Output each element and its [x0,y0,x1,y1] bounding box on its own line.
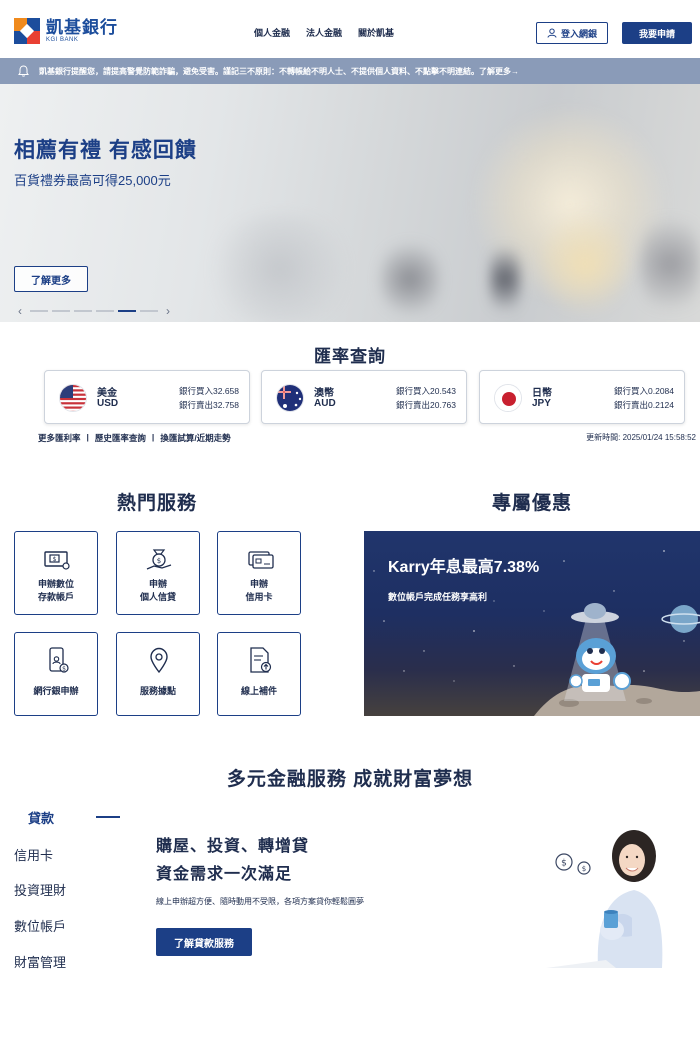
bell-icon [18,65,29,77]
wealth-section-title: 多元金融服務 成就財富夢想 [226,769,474,790]
carousel-next-icon[interactable]: › [162,304,174,318]
bank-sell-rate: 銀行賣出0.2124 [614,400,674,410]
hero-subtitle: 百貨禮券最高可得25,000元 [14,173,171,188]
fraud-notice-bar: 凱基銀行提醒您，請提高警覺防範詐騙，避免受害。謹記三不原則：不轉帳給不明人士、不… [0,58,700,84]
rate-update-time: 更新時間: 2025/01/24 15:58:52 [586,433,696,442]
service-label: 申辦 [249,579,268,589]
tab-investment[interactable]: 投資理財 [14,880,66,899]
link-separator: | [86,432,89,442]
tab-credit-card[interactable]: 信用卡 [14,845,53,864]
apply-button[interactable]: 我要申請 [622,22,692,44]
tab-digital-account[interactable]: 數位帳戶 [14,916,66,935]
login-label: 登入網銀 [560,28,597,39]
service-credit-card[interactable]: 申辦 信用卡 [217,531,301,615]
service-branch-locations[interactable]: 服務據點 [116,632,200,716]
logo-sub: KGI BANK [46,37,79,43]
loan-description: 線上申辦超方便、隨時動用不受限，各項方案貸你輕鬆圓夢 [156,897,364,906]
hot-services-title: 熱門服務 [116,493,197,514]
jp-flag-icon [494,384,522,412]
user-icon [547,28,557,38]
rate-card-usd[interactable]: 美金 USD 銀行買入32.658 銀行賣出32.758 [44,370,250,424]
bank-sell-rate: 銀行賣出32.758 [179,400,239,410]
notice-learn-more-link[interactable]: 了解更多→ [479,67,519,76]
hero-learn-more-button[interactable]: 了解更多 [14,266,88,292]
bank-buy-rate: 銀行買入20.543 [396,386,456,396]
carousel-dot[interactable] [74,310,92,312]
currency-name: 美金 [97,388,117,399]
notice-text: 凱基銀行提醒您，請提高警覺防範詐騙，避免受害。謹記三不原則：不轉帳給不明人士、不… [39,66,479,76]
service-label: 網行銀申辦 [33,686,79,696]
au-flag-icon [276,384,304,412]
promo-banner-subtitle: 數位帳戶完成任務享高利 [388,592,488,602]
carousel-dot[interactable] [52,310,70,312]
svg-text:$: $ [582,865,586,873]
carousel-dot-active[interactable] [118,310,136,312]
more-rates-link[interactable]: 更多匯利率 [38,432,81,444]
service-digital-deposit-account[interactable]: $ 申辦數位 存款帳戶 [14,531,98,615]
credit-card-icon [248,551,274,569]
link-separator: | [151,432,155,442]
nav-about-kgi[interactable]: 關於凱基 [358,26,394,39]
service-label: 服務據點 [139,686,176,696]
rate-card-jpy[interactable]: 日幣 JPY 銀行買入0.2084 銀行賣出0.2124 [479,370,685,424]
service-label: 線上補件 [240,686,277,696]
site-header: 凱基銀行 KGI BANK 個人金融 法人金融 關於凱基 登入網銀 我要申請 [0,0,700,58]
historical-rates-link[interactable]: 歷史匯率查詢 [95,432,146,444]
rate-links: 更多匯利率 | 歷史匯率查詢 | 換匯試算/近期走勢 [38,432,231,444]
tab-loans[interactable]: 貸款 [28,808,54,827]
carousel-pagination: ‹ › [14,304,174,318]
promo-banner-title: Karry年息最高7.38% [388,559,540,576]
logo-name: 凱基銀行 [46,18,118,37]
hero-title: 相薦有禮 有感回饋 [14,139,197,162]
bank-buy-rate: 銀行買入0.2084 [614,386,674,396]
currency-code: USD [97,398,119,409]
learn-loan-services-button[interactable]: 了解貸款服務 [156,928,252,956]
currency-code: JPY [532,398,551,409]
wallet-card-icon: $ [44,551,70,570]
bank-sell-rate: 銀行賣出20.763 [396,400,456,410]
service-label: 信用卡 [245,592,273,602]
nav-personal-banking[interactable]: 個人金融 [254,26,290,39]
svg-text:$: $ [561,859,567,869]
carousel-dot[interactable] [30,310,48,312]
service-label: 個人信貸 [139,592,176,602]
document-upload-icon [250,647,272,673]
currency-code: AUD [314,398,336,409]
carousel-dot[interactable] [140,310,158,312]
loan-headline-2: 資金需求一次滿足 [156,866,293,883]
service-personal-loan[interactable]: $ 申辦 個人信貸 [116,531,200,615]
carousel-prev-icon[interactable]: ‹ [14,304,26,318]
kgi-logo-icon [14,18,40,44]
nav-corporate-banking[interactable]: 法人金融 [306,26,342,39]
currency-name: 澳幣 [314,388,334,399]
karry-promo-banner[interactable]: Karry年息最高7.38% 數位帳戶完成任務享高利 [364,531,700,716]
bank-buy-rate: 銀行買入32.658 [179,386,239,396]
svg-text:$: $ [53,556,57,563]
woman-with-cup-illustration: $ $ [546,830,663,968]
rate-card-aud[interactable]: 澳幣 AUD 銀行買入20.543 銀行賣出20.763 [261,370,467,424]
login-online-banking-button[interactable]: 登入網銀 [536,22,608,44]
service-online-mobile-banking[interactable]: $ 網行銀申辦 [14,632,98,716]
service-online-document-upload[interactable]: 線上補件 [217,632,301,716]
active-tab-indicator [96,816,120,818]
service-label: 申辦 [148,579,167,589]
tab-wealth-management[interactable]: 財富管理 [14,952,66,971]
exchange-rate-title: 匯率查詢 [314,347,386,366]
currency-name: 日幣 [532,388,552,399]
location-pin-icon [150,647,168,674]
money-bag-hand-icon: $ [146,549,172,570]
carousel-dot[interactable] [96,310,114,312]
mobile-phone-icon: $ [49,647,69,673]
hero-banner[interactable]: 相薦有禮 有感回饋 百貨禮券最高可得25,000元 了解更多 ‹ › [0,84,700,322]
service-label: 存款帳戶 [37,592,74,602]
exchange-calculator-link[interactable]: 換匯試算/近期走勢 [160,432,230,444]
us-flag-icon [59,384,87,412]
loan-headline-1: 購屋、投資、轉增貸 [156,838,310,855]
exclusive-offers-title: 專屬優惠 [491,493,572,514]
service-label: 申辦數位 [37,579,74,589]
svg-text:$: $ [62,666,66,673]
main-nav: 個人金融 法人金融 關於凱基 [254,26,394,39]
kgi-logo[interactable]: 凱基銀行 KGI BANK [14,18,118,44]
svg-text:$: $ [157,557,161,565]
